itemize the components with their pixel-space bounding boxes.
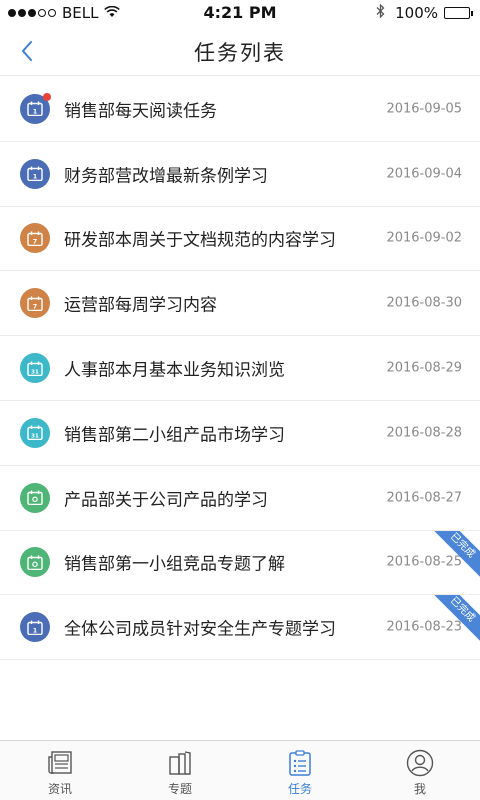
svg-text:31: 31 xyxy=(31,369,39,375)
tab-label: 我 xyxy=(413,782,426,796)
calendar-week-icon: 7 xyxy=(20,223,50,254)
task-title: 财务部营改增最新条例学习 xyxy=(64,166,268,187)
task-row[interactable]: 7 运营部每周学习内容 2016-08-30 xyxy=(0,271,480,337)
task-title: 销售部第一小组竞品专题了解 xyxy=(64,554,285,575)
svg-text:31: 31 xyxy=(31,434,39,440)
user-icon xyxy=(405,748,435,778)
task-row[interactable]: 31 人事部本月基本业务知识浏览 2016-08-29 xyxy=(0,336,480,401)
task-date: 2016-09-04 xyxy=(386,166,462,182)
task-row[interactable]: 1 销售部每天阅读任务 2016-09-05 xyxy=(0,77,480,142)
tab-label: 任务 xyxy=(287,782,312,796)
task-title: 产品部关于公司产品的学习 xyxy=(64,490,268,511)
tab-label: 资讯 xyxy=(47,782,72,796)
task-row[interactable]: 7 研发部本周关于文档规范的内容学习 2016-09-02 xyxy=(0,207,480,272)
tab-user[interactable]: 我 xyxy=(360,741,480,800)
svg-text:1: 1 xyxy=(33,108,38,116)
task-date: 2016-08-28 xyxy=(386,425,462,441)
task-row[interactable]: 销售部第一小组竞品专题了解 2016-08-25 已完成 xyxy=(0,530,480,596)
task-row[interactable]: 1 财务部营改增最新条例学习 2016-09-04 xyxy=(0,142,480,207)
books-icon xyxy=(165,748,195,778)
task-date: 2016-09-02 xyxy=(386,230,462,246)
status-right: 100% xyxy=(376,3,473,22)
task-title: 销售部第二小组产品市场学习 xyxy=(64,425,285,446)
bluetooth-icon xyxy=(376,3,385,22)
tab-task-list[interactable]: 任务 xyxy=(240,741,360,800)
calendar-camera-icon xyxy=(20,547,50,578)
task-row[interactable]: 产品部关于公司产品的学习 2016-08-27 xyxy=(0,466,480,531)
tab-newspaper[interactable]: 资讯 xyxy=(0,741,120,800)
newspaper-icon xyxy=(45,748,75,778)
calendar-week-icon: 7 xyxy=(20,288,50,319)
task-date: 2016-09-05 xyxy=(386,101,462,117)
svg-text:1: 1 xyxy=(33,626,38,634)
battery-percent: 100% xyxy=(395,4,438,22)
svg-text:1: 1 xyxy=(33,172,38,180)
tab-label: 专题 xyxy=(167,782,192,796)
svg-text:7: 7 xyxy=(33,237,38,245)
task-date: 2016-08-30 xyxy=(386,295,462,311)
task-title: 运营部每周学习内容 xyxy=(64,295,217,316)
calendar-day-icon: 1 xyxy=(20,612,50,643)
calendar-month-icon: 31 xyxy=(20,417,50,448)
unread-dot xyxy=(43,92,51,101)
status-bar: BELL 4:21 PM 100% xyxy=(0,0,480,26)
tab-books[interactable]: 专题 xyxy=(120,741,240,800)
page-title: 任务列表 xyxy=(194,41,286,65)
calendar-camera-icon xyxy=(20,482,50,513)
task-date: 2016-08-29 xyxy=(386,360,462,376)
task-title: 销售部每天阅读任务 xyxy=(64,101,217,122)
task-date: 2016-08-23 xyxy=(386,619,462,635)
calendar-day-icon: 1 xyxy=(20,158,50,189)
calendar-month-icon: 31 xyxy=(20,353,50,384)
task-date: 2016-08-27 xyxy=(386,490,462,506)
task-row[interactable]: 31 销售部第二小组产品市场学习 2016-08-28 xyxy=(0,401,480,466)
task-row[interactable]: 1 全体公司成员针对安全生产专题学习 2016-08-23 已完成 xyxy=(0,595,480,661)
task-title: 人事部本月基本业务知识浏览 xyxy=(64,360,285,381)
tab-bar: 资讯 专题 任务 我 xyxy=(0,740,480,800)
task-list: 1 销售部每天阅读任务 2016-09-05 1 财务部营改增最新条例学习 2016-09… xyxy=(0,77,480,661)
task-title: 研发部本周关于文档规范的内容学习 xyxy=(64,230,336,251)
calendar-day-icon: 1 xyxy=(20,92,51,124)
svg-text:7: 7 xyxy=(33,302,38,310)
task-title: 全体公司成员针对安全生产专题学习 xyxy=(64,619,336,640)
battery-icon xyxy=(444,7,473,19)
task-list-icon xyxy=(285,748,315,778)
task-date: 2016-08-25 xyxy=(386,554,462,570)
nav-bar: 任务列表 xyxy=(0,26,480,76)
